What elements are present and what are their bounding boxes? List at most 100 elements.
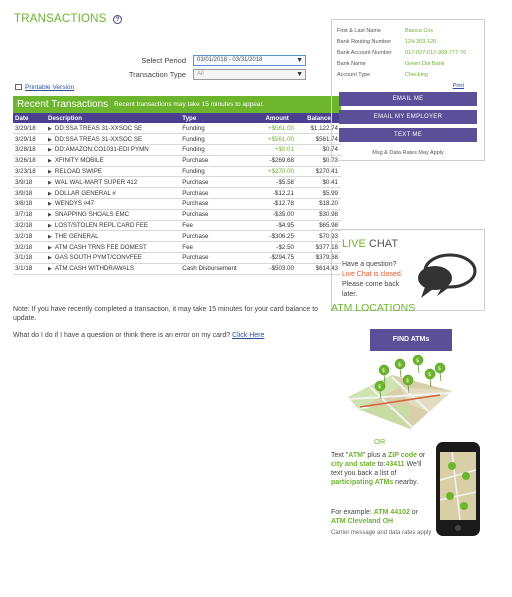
tx-date: 3/2/18 bbox=[13, 220, 47, 232]
col-date[interactable]: Date bbox=[13, 113, 47, 123]
sms-part: " plus a bbox=[362, 452, 388, 459]
tx-description-text: DD:AMAZON.CO1031-EDI PYMN bbox=[54, 146, 149, 154]
period-label: Select Period bbox=[141, 55, 186, 65]
table-row[interactable]: 3/2/18 ▶ ATM CASH TRNS FEE DOMEST Fee -$2.50… bbox=[13, 241, 341, 254]
tx-description-text: SNAPPING SHOALS EMC bbox=[54, 211, 130, 219]
expand-arrow-icon[interactable]: ▶ bbox=[48, 223, 52, 229]
tx-description: ▶ DD:AMAZON.CO1031-EDI PYMN bbox=[46, 144, 181, 156]
tx-amount: -$269.68 bbox=[257, 155, 297, 167]
table-row[interactable]: 3/2/18 ▶ THE GENERAL Purchase -$306.25 $70.93 bbox=[13, 230, 341, 243]
expand-arrow-icon[interactable]: ▶ bbox=[48, 191, 52, 197]
expand-arrow-icon[interactable]: ▶ bbox=[48, 180, 52, 186]
tx-description: ▶ ATM CASH WITHDRAWALS bbox=[46, 263, 181, 275]
tx-amount: +$270.00 bbox=[257, 166, 297, 178]
question-note: What do I do if I have a question or thi… bbox=[13, 332, 264, 339]
table-row[interactable]: 3/28/18 ▶ DD:AMAZON.CO1031-EDI PYMN Funding… bbox=[13, 144, 341, 156]
col-type[interactable]: Type bbox=[180, 113, 258, 123]
col-amount[interactable]: Amount bbox=[257, 113, 297, 123]
table-header-row: Date Description Type Amount Balance bbox=[13, 113, 341, 123]
col-description[interactable]: Description bbox=[46, 113, 181, 123]
expand-arrow-icon[interactable]: ▶ bbox=[48, 255, 52, 261]
sms-keyword: ATM bbox=[348, 452, 363, 459]
account-field: Bank Account Number 017-027-012-369-777-7… bbox=[332, 47, 484, 58]
account-field-label: Bank Account Number bbox=[337, 49, 392, 56]
sms-zip: ZIP code bbox=[388, 452, 418, 459]
tx-date: 3/8/18 bbox=[13, 198, 47, 210]
page-title-text: TRANSACTIONS bbox=[14, 13, 107, 25]
expand-arrow-icon[interactable]: ▶ bbox=[48, 201, 52, 207]
table-row[interactable]: 3/1/18 ▶ ATM CASH WITHDRAWALS Cash Disburse… bbox=[13, 263, 341, 275]
tx-date: 3/28/18 bbox=[13, 144, 47, 156]
table-row[interactable]: 3/8/18 ▶ WENDYS #47 Purchase -$12.78 $18.20 bbox=[13, 198, 341, 210]
expand-arrow-icon[interactable]: ▶ bbox=[48, 212, 52, 218]
account-field-value: 017-027-012-369-777-76 bbox=[405, 49, 467, 56]
email-me-button[interactable]: EMAIL ME bbox=[339, 92, 477, 106]
expand-arrow-icon[interactable]: ▶ bbox=[48, 158, 52, 164]
expand-arrow-icon[interactable]: ▶ bbox=[48, 245, 52, 251]
type-value: All bbox=[197, 70, 204, 77]
account-field: First & Last Name Bianca Cox bbox=[332, 25, 484, 36]
sms-participating: participating ATMs bbox=[331, 479, 394, 486]
tx-date: 3/9/18 bbox=[13, 176, 47, 189]
tx-amount: +$0.01 bbox=[257, 144, 297, 156]
table-row[interactable]: 3/9/18 ▶ WAL WAL-MART SUPER 412 Purchase -$5… bbox=[13, 176, 341, 189]
sms-ex-part: or bbox=[409, 509, 419, 516]
print-link[interactable]: Print bbox=[453, 83, 464, 89]
printable-version-link[interactable]: Printable Version bbox=[25, 84, 74, 91]
account-field: Account Type Checking bbox=[332, 69, 484, 80]
svg-text:$: $ bbox=[398, 362, 401, 368]
tx-description: ▶ WAL WAL-MART SUPER 412 bbox=[46, 176, 181, 189]
printable-version: Printable Version bbox=[15, 84, 74, 91]
transactions-heading: Recent Transactions bbox=[17, 99, 109, 110]
text-me-button[interactable]: TEXT ME bbox=[339, 128, 477, 142]
tx-description-text: WENDYS #47 bbox=[54, 200, 95, 208]
tx-description: ▶ DD:SSA TREAS 31-XXSOC SE bbox=[46, 123, 181, 135]
chat-closed: Live Chat is closed. bbox=[342, 271, 403, 278]
email-employer-button[interactable]: EMAIL MY EMPLOYER bbox=[339, 110, 477, 124]
find-atms-button[interactable]: FIND ATMs bbox=[370, 329, 452, 351]
table-row[interactable]: 3/9/18 ▶ DOLLAR GENERAL # Purchase -$12.21 $5… bbox=[13, 187, 341, 200]
svg-text:$: $ bbox=[438, 366, 441, 372]
tx-type: Funding bbox=[180, 166, 258, 178]
rates-notice: Msg & Data Rates May Apply bbox=[372, 150, 444, 156]
click-here-link[interactable]: Click Here bbox=[232, 332, 264, 339]
sms-instructions: Text "ATM" plus a ZIP code or city and s… bbox=[331, 451, 431, 487]
table-row[interactable]: 3/2/18 ▶ LOST/STOLEN REPL CARD FEE Fee -$4.9… bbox=[13, 220, 341, 232]
chevron-down-icon: ▼ bbox=[296, 70, 303, 78]
tx-description-text: GAS SOUTH PYMT/CONVFEE bbox=[54, 254, 142, 262]
expand-arrow-icon[interactable]: ▶ bbox=[48, 234, 52, 240]
tx-type: Cash Disbursement bbox=[180, 263, 258, 275]
tx-description: ▶ WENDYS #47 bbox=[46, 198, 181, 210]
table-row[interactable]: 3/29/18 ▶ DD:SSA TREAS 31-XXSOC SE Funding +… bbox=[13, 123, 341, 135]
period-select[interactable]: 03/01/2018 - 03/31/2018 ▼ bbox=[193, 54, 306, 66]
tx-description-text: DOLLAR GENERAL # bbox=[54, 189, 116, 197]
table-row[interactable]: 3/23/18 ▶ RELOAD SWIPE Funding +$270.00 $270.… bbox=[13, 166, 341, 178]
tx-type: Purchase bbox=[180, 252, 258, 264]
expand-arrow-icon[interactable]: ▶ bbox=[48, 169, 52, 175]
or-divider: OR bbox=[374, 437, 386, 446]
transaction-filters: Select Period 03/01/2018 - 03/31/2018 ▼ … bbox=[120, 53, 306, 81]
tx-type: Fee bbox=[180, 241, 258, 254]
printer-icon bbox=[15, 84, 22, 90]
tx-description: ▶ DD:SSA TREAS 31-XXSOC SE bbox=[46, 133, 181, 146]
question-circle-icon[interactable]: ? bbox=[112, 15, 122, 24]
tx-date: 3/1/18 bbox=[13, 263, 47, 275]
tx-balance: $0.41 bbox=[296, 176, 341, 189]
tx-description-text: DD:SSA TREAS 31-XXSOC SE bbox=[54, 124, 143, 132]
expand-arrow-icon[interactable]: ▶ bbox=[48, 126, 52, 132]
expand-arrow-icon[interactable]: ▶ bbox=[48, 137, 52, 143]
sms-part: or bbox=[417, 452, 426, 459]
table-row[interactable]: 3/26/18 ▶ XFINITY MOBILE Purchase -$269.68 $0… bbox=[13, 155, 341, 167]
tx-type: Funding bbox=[180, 133, 258, 146]
table-row[interactable]: 3/7/18 ▶ SNAPPING SHOALS EMC Purchase -$35.0… bbox=[13, 209, 341, 221]
tx-type: Funding bbox=[180, 144, 258, 156]
chat-word: CHAT bbox=[365, 238, 399, 250]
table-row[interactable]: 3/1/18 ▶ GAS SOUTH PYMT/CONVFEE Purchase -$2… bbox=[13, 252, 341, 264]
expand-arrow-icon[interactable]: ▶ bbox=[48, 266, 52, 272]
expand-arrow-icon[interactable]: ▶ bbox=[48, 147, 52, 153]
type-select[interactable]: All ▼ bbox=[193, 68, 306, 80]
tx-balance: $30.98 bbox=[296, 209, 341, 221]
account-field-label: Account Type bbox=[337, 71, 371, 78]
type-label: Transaction Type bbox=[128, 69, 186, 79]
table-row[interactable]: 3/29/18 ▶ DD:SSA TREAS 31-XXSOC SE Funding +… bbox=[13, 133, 341, 146]
